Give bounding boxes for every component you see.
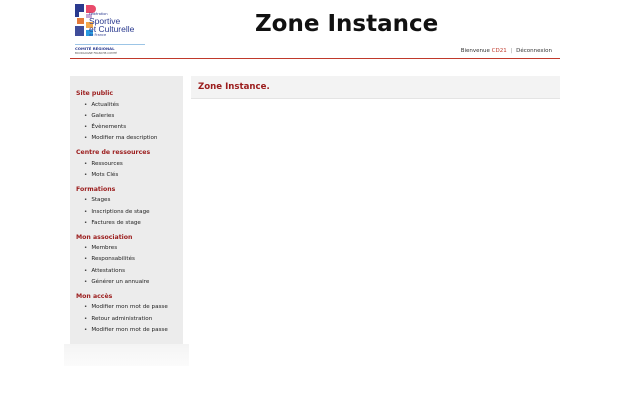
sidebar-item[interactable]: Actualités xyxy=(84,100,183,111)
comite-line-2: BOURGOGNE FRANCHE-COMTÉ xyxy=(75,50,117,55)
sidebar-item[interactable]: Modifier ma description xyxy=(84,133,183,144)
username-link[interactable]: CD21 xyxy=(492,48,507,54)
sidebar-item[interactable]: Générer un annuaire xyxy=(84,277,183,288)
welcome-text: Bienvenue xyxy=(460,48,490,54)
comite-label: COMITÉ RÉGIONAL BOURGOGNE FRANCHE-COMTÉ xyxy=(75,46,117,55)
sidebar-item-list: ActualitésGaleriesÉvènementsModifier ma … xyxy=(76,100,183,145)
sidebar-item-list: MembresResponsabilitésAttestationsGénére… xyxy=(76,243,183,288)
sidebar-item[interactable]: Stages xyxy=(84,195,183,206)
sidebar-item[interactable]: Retour administration xyxy=(84,314,183,325)
sidebar-item[interactable]: Inscriptions de stage xyxy=(84,207,183,218)
sidebar-section-title: Formations xyxy=(76,185,116,193)
sidebar-item-list: StagesInscriptions de stageFactures de s… xyxy=(76,195,183,229)
sidebar-item[interactable]: Galeries xyxy=(84,111,183,122)
sidebar-section-title: Mon association xyxy=(76,233,133,241)
content-title: Zone Instance. xyxy=(198,82,270,92)
logo-text: Fédération Sportive et Culturelle de Fra… xyxy=(89,12,134,37)
sidebar-item[interactable]: Responsabilités xyxy=(84,254,183,265)
user-bar-separator: | xyxy=(510,48,513,54)
sidebar-nav: Site publicActualitésGaleriesÉvènementsM… xyxy=(70,76,183,344)
logo-line-4: de France xyxy=(89,32,107,37)
content-panel: Zone Instance. xyxy=(191,76,560,99)
logo-divider xyxy=(75,44,145,45)
page-title: Zone Instance xyxy=(255,11,439,37)
sidebar-section: Formations StagesInscriptions de stageFac… xyxy=(76,186,183,229)
sidebar-item[interactable]: Factures de stage xyxy=(84,218,183,229)
sidebar-section-title: Mon accès xyxy=(76,292,113,300)
sidebar-item[interactable]: Modifier mon mot de passe xyxy=(84,302,183,313)
sidebar-item[interactable]: Membres xyxy=(84,243,183,254)
sidebar-section-title: Site public xyxy=(76,90,114,97)
logout-link[interactable]: Déconnexion xyxy=(516,48,552,54)
sidebar-item[interactable]: Modifier mon mot de passe xyxy=(84,325,183,336)
sidebar-item[interactable]: Attestations xyxy=(84,266,183,277)
sidebar-item-list: RessourcesMots Clés xyxy=(76,159,183,182)
sidebar-section: Mon association MembresResponsabilitésAtt… xyxy=(76,234,183,289)
sidebar-section: Mon accès Modifier mon mot de passeRetour… xyxy=(76,293,183,336)
sidebar-section: Centre de ressources RessourcesMots Clés xyxy=(76,149,183,181)
sidebar-item[interactable]: Ressources xyxy=(84,159,183,170)
sidebar-item-list: Modifier mon mot de passeRetour administ… xyxy=(76,302,183,336)
user-bar: Bienvenue CD21 | Déconnexion xyxy=(461,48,552,54)
sidebar-item[interactable]: Évènements xyxy=(84,122,183,133)
sidebar-footer xyxy=(64,344,189,366)
sidebar-section-title: Centre de ressources xyxy=(76,149,151,157)
sidebar-section: Site public ActualitésGaleriesÉvènementsM… xyxy=(76,90,183,145)
sidebar-sections: Site publicActualitésGaleriesÉvènementsM… xyxy=(70,76,183,336)
header-divider xyxy=(70,58,560,59)
sidebar-item[interactable]: Mots Clés xyxy=(84,170,183,181)
